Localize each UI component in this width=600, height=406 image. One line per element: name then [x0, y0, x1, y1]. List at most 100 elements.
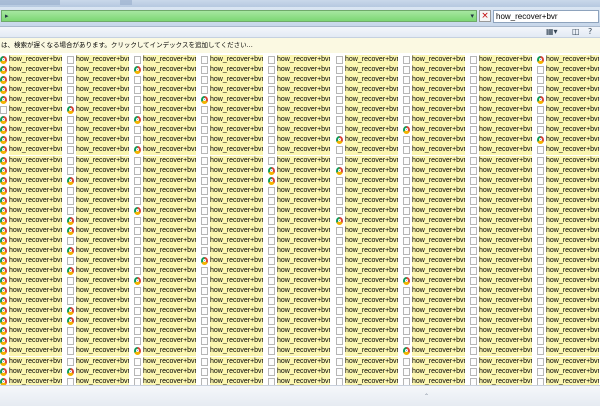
file-item[interactable]: how_recover+bvr	[67, 286, 129, 297]
file-item[interactable]: how_recover+bvr	[537, 125, 599, 136]
file-item[interactable]: how_recover+bvr	[0, 55, 62, 65]
file-item[interactable]: how_recover+bvr	[67, 235, 129, 246]
file-item[interactable]: how_recover+bvr	[336, 276, 398, 287]
file-item[interactable]: how_recover+bvr	[537, 346, 599, 357]
file-item[interactable]: how_recover+bvr	[403, 276, 465, 287]
file-item[interactable]: how_recover+bvr	[0, 256, 62, 266]
file-item[interactable]: how_recover+bvr	[201, 306, 263, 317]
file-item[interactable]: how_recover+bvr	[336, 326, 398, 337]
file-item[interactable]: how_recover+bvr	[470, 376, 532, 385]
file-item[interactable]: how_recover+bvr	[67, 256, 129, 266]
file-item[interactable]: how_recover+bvr	[0, 125, 62, 136]
file-item[interactable]: how_recover+bvr	[537, 155, 599, 166]
file-item[interactable]: how_recover+bvr	[336, 245, 398, 256]
file-item[interactable]: how_recover+bvr	[134, 85, 196, 96]
file-item[interactable]: how_recover+bvr	[336, 266, 398, 277]
file-item[interactable]: how_recover+bvr	[134, 276, 196, 287]
file-item[interactable]: how_recover+bvr	[67, 145, 129, 156]
file-item[interactable]: how_recover+bvr	[537, 145, 599, 156]
file-item[interactable]: how_recover+bvr	[336, 296, 398, 307]
file-item[interactable]: how_recover+bvr	[0, 215, 62, 226]
file-item[interactable]: how_recover+bvr	[537, 85, 599, 96]
file-item[interactable]: how_recover+bvr	[0, 316, 62, 327]
file-item[interactable]: how_recover+bvr	[537, 215, 599, 226]
file-item[interactable]: how_recover+bvr	[470, 235, 532, 246]
file-item[interactable]: how_recover+bvr	[134, 185, 196, 196]
file-item[interactable]: how_recover+bvr	[0, 276, 62, 287]
file-item[interactable]: how_recover+bvr	[0, 376, 62, 385]
file-item[interactable]: how_recover+bvr	[268, 366, 330, 377]
file-item[interactable]: how_recover+bvr	[67, 55, 129, 65]
file-item[interactable]: how_recover+bvr	[403, 205, 465, 216]
file-item[interactable]: how_recover+bvr	[67, 266, 129, 277]
file-item[interactable]: how_recover+bvr	[403, 215, 465, 226]
file-item[interactable]: how_recover+bvr	[201, 165, 263, 176]
file-item[interactable]: how_recover+bvr	[403, 286, 465, 297]
file-item[interactable]: how_recover+bvr	[201, 346, 263, 357]
file-item[interactable]: how_recover+bvr	[134, 205, 196, 216]
file-item[interactable]: how_recover+bvr	[0, 205, 62, 216]
file-item[interactable]: how_recover+bvr	[336, 185, 398, 196]
file-item[interactable]: how_recover+bvr	[67, 75, 129, 86]
file-item[interactable]: how_recover+bvr	[470, 205, 532, 216]
file-item[interactable]: how_recover+bvr	[470, 266, 532, 277]
file-item[interactable]: how_recover+bvr	[403, 155, 465, 166]
file-item[interactable]: how_recover+bvr	[336, 366, 398, 377]
file-item[interactable]: how_recover+bvr	[470, 215, 532, 226]
file-item[interactable]: how_recover+bvr	[537, 356, 599, 367]
file-item[interactable]: how_recover+bvr	[67, 316, 129, 327]
file-item[interactable]: how_recover+bvr	[537, 75, 599, 86]
file-item[interactable]: how_recover+bvr	[537, 245, 599, 256]
file-item[interactable]: how_recover+bvr	[134, 326, 196, 337]
file-item[interactable]: how_recover+bvr	[336, 125, 398, 136]
file-item[interactable]: how_recover+bvr	[470, 185, 532, 196]
help-icon[interactable]: ?	[588, 27, 592, 37]
file-item[interactable]: how_recover+bvr	[403, 65, 465, 76]
file-item[interactable]: how_recover+bvr	[336, 75, 398, 86]
file-item[interactable]: how_recover+bvr	[403, 55, 465, 65]
file-item[interactable]: how_recover+bvr	[403, 135, 465, 146]
file-item[interactable]: how_recover+bvr	[67, 356, 129, 367]
file-item[interactable]: how_recover+bvr	[268, 85, 330, 96]
file-item[interactable]: how_recover+bvr	[134, 346, 196, 357]
file-item[interactable]: how_recover+bvr	[470, 55, 532, 65]
file-item[interactable]: how_recover+bvr	[268, 346, 330, 357]
window-tab[interactable]	[0, 0, 60, 5]
file-item[interactable]: how_recover+bvr	[537, 65, 599, 76]
file-item[interactable]: how_recover+bvr	[403, 306, 465, 317]
file-item[interactable]: how_recover+bvr	[403, 75, 465, 86]
file-item[interactable]: how_recover+bvr	[403, 225, 465, 236]
file-item[interactable]: how_recover+bvr	[0, 95, 62, 106]
file-item[interactable]: how_recover+bvr	[470, 195, 532, 206]
file-item[interactable]: how_recover+bvr	[470, 346, 532, 357]
file-item[interactable]: how_recover+bvr	[537, 105, 599, 116]
file-item[interactable]: how_recover+bvr	[403, 185, 465, 196]
file-item[interactable]: how_recover+bvr	[268, 286, 330, 297]
file-item[interactable]: how_recover+bvr	[201, 125, 263, 136]
file-item[interactable]: how_recover+bvr	[537, 95, 599, 106]
file-item[interactable]: how_recover+bvr	[201, 75, 263, 86]
file-item[interactable]: how_recover+bvr	[134, 225, 196, 236]
file-item[interactable]: how_recover+bvr	[134, 366, 196, 377]
file-item[interactable]: how_recover+bvr	[201, 105, 263, 116]
file-item[interactable]: how_recover+bvr	[537, 135, 599, 146]
file-item[interactable]: how_recover+bvr	[403, 115, 465, 126]
file-item[interactable]: how_recover+bvr	[470, 145, 532, 156]
file-item[interactable]: how_recover+bvr	[0, 85, 62, 96]
file-item[interactable]: how_recover+bvr	[201, 65, 263, 76]
file-item[interactable]: how_recover+bvr	[0, 75, 62, 86]
file-item[interactable]: how_recover+bvr	[470, 286, 532, 297]
file-item[interactable]: how_recover+bvr	[201, 296, 263, 307]
file-item[interactable]: how_recover+bvr	[0, 65, 62, 76]
file-item[interactable]: how_recover+bvr	[268, 326, 330, 337]
file-item[interactable]: how_recover+bvr	[0, 105, 62, 116]
file-item[interactable]: how_recover+bvr	[268, 195, 330, 206]
file-item[interactable]: how_recover+bvr	[537, 185, 599, 196]
file-item[interactable]: how_recover+bvr	[470, 105, 532, 116]
file-item[interactable]: how_recover+bvr	[537, 165, 599, 176]
file-item[interactable]: how_recover+bvr	[134, 245, 196, 256]
file-item[interactable]: how_recover+bvr	[537, 316, 599, 327]
file-item[interactable]: how_recover+bvr	[470, 85, 532, 96]
file-item[interactable]: how_recover+bvr	[0, 165, 62, 176]
file-item[interactable]: how_recover+bvr	[0, 296, 62, 307]
